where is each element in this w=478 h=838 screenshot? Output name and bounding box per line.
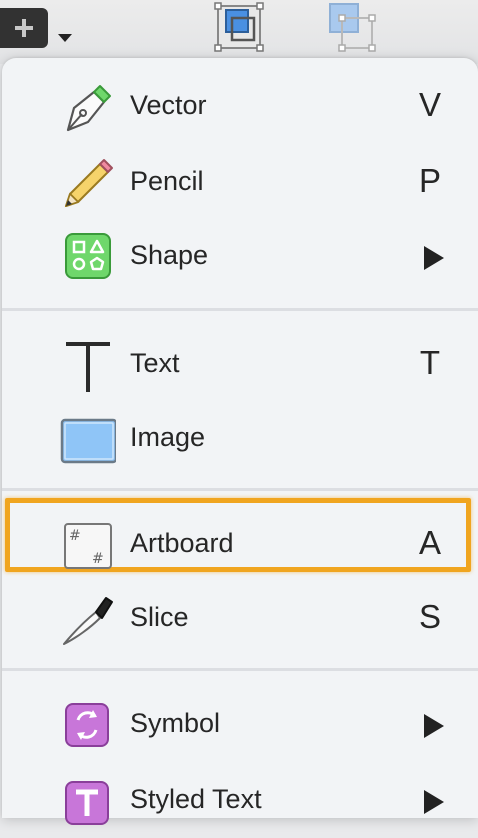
menu-item-vector[interactable]: Vector V [2, 70, 478, 144]
menu-item-shape[interactable]: Shape [2, 220, 478, 294]
menu-item-label: Shape [130, 240, 209, 270]
menu-item-label: Slice [130, 602, 189, 632]
styled-text-icon [65, 781, 109, 825]
plus-icon [14, 18, 34, 38]
menu-separator [2, 308, 478, 311]
artboard-icon: # # [64, 523, 112, 569]
menu-item-label: Vector [130, 90, 207, 120]
insert-menu: Vector V Pencil P Shape Text T Image # #… [2, 58, 478, 825]
svg-text:#: # [69, 528, 81, 544]
menu-item-text[interactable]: Text T [2, 328, 478, 402]
submenu-arrow-icon [424, 790, 444, 814]
menu-item-label: Artboard [130, 528, 234, 558]
knife-icon [63, 597, 113, 645]
insert-button[interactable] [0, 8, 48, 48]
menu-item-label: Text [130, 348, 180, 378]
shortcut-key: P [418, 162, 441, 199]
svg-text:#: # [92, 551, 104, 567]
menu-item-label: Image [130, 422, 206, 452]
menu-separator [2, 488, 478, 491]
toolbar [0, 0, 478, 64]
shape-icon [65, 233, 111, 279]
symbol-icon [65, 703, 109, 747]
menu-item-symbol[interactable]: Symbol [2, 688, 478, 762]
menu-item-label: Symbol [130, 708, 221, 738]
menu-item-slice[interactable]: Slice S [2, 582, 478, 656]
group-icon[interactable] [212, 2, 268, 52]
pencil-icon [64, 159, 113, 208]
text-icon [66, 342, 110, 392]
shortcut-key: A [418, 524, 441, 561]
shortcut-key: V [418, 86, 441, 123]
menu-item-styled-text[interactable]: Styled Text [2, 764, 478, 838]
menu-item-pencil[interactable]: Pencil P [2, 146, 478, 220]
menu-separator [2, 668, 478, 671]
menu-item-artboard[interactable]: # # Artboard A [2, 508, 478, 582]
menu-item-label: Pencil [130, 166, 204, 196]
menu-item-image[interactable]: Image [2, 402, 478, 476]
shortcut-key: S [418, 598, 441, 635]
submenu-arrow-icon [424, 246, 444, 270]
pen-icon [66, 85, 111, 132]
submenu-arrow-icon [424, 714, 444, 738]
menu-item-label: Styled Text [130, 784, 262, 814]
image-icon [60, 418, 116, 464]
shortcut-key: T [419, 344, 441, 381]
chevron-down-icon[interactable] [58, 34, 72, 42]
ungroup-icon[interactable] [322, 2, 378, 52]
